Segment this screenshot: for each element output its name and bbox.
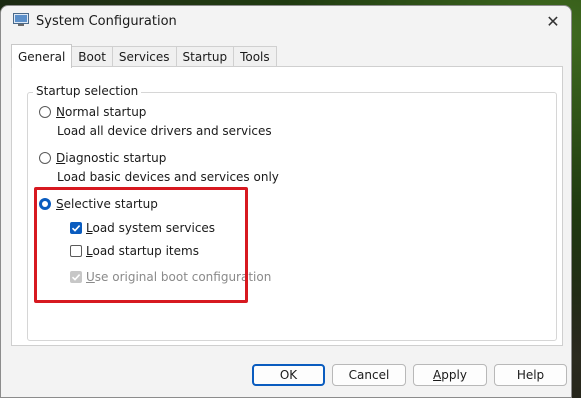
- radio-checked-icon: [39, 198, 51, 210]
- help-button[interactable]: Help: [494, 364, 567, 386]
- tab-services[interactable]: Services: [111, 46, 177, 67]
- diagnostic-startup-radio[interactable]: Diagnostic startup: [39, 151, 166, 165]
- radio-unchecked-icon: [39, 106, 51, 118]
- apply-button[interactable]: Apply: [413, 364, 487, 386]
- diagnostic-startup-label: Diagnostic startup: [56, 151, 167, 165]
- general-tab-panel: Startup selection Normal startup Load al…: [11, 66, 563, 346]
- checkmark-icon: [70, 222, 82, 234]
- use-original-boot-configuration-checkbox: Use original boot configuration: [70, 270, 271, 284]
- close-button[interactable]: ✕: [541, 10, 565, 32]
- cancel-button[interactable]: Cancel: [332, 364, 406, 386]
- system-configuration-window: System Configuration ✕ General Boot Serv…: [0, 5, 572, 398]
- system-config-icon: [13, 13, 29, 26]
- selective-startup-label: Selective startup: [56, 197, 158, 211]
- selective-startup-radio[interactable]: Selective startup: [39, 197, 158, 211]
- normal-startup-radio[interactable]: Normal startup: [39, 105, 146, 119]
- load-system-services-label: Load system services: [86, 221, 216, 235]
- startup-selection-label: Startup selection: [33, 84, 142, 98]
- tab-tools[interactable]: Tools: [233, 46, 277, 67]
- load-system-services-checkbox[interactable]: Load system services: [70, 221, 215, 235]
- normal-startup-label: Normal startup: [56, 105, 147, 119]
- load-startup-items-checkbox[interactable]: Load startup items: [70, 244, 199, 258]
- checkmark-disabled-icon: [70, 271, 82, 283]
- title-bar[interactable]: System Configuration ✕: [1, 6, 571, 36]
- load-startup-items-label: Load startup items: [86, 244, 199, 258]
- normal-startup-description: Load all device drivers and services: [57, 124, 272, 138]
- tab-strip: General Boot Services Startup Tools: [11, 44, 277, 68]
- checkbox-empty-icon: [70, 245, 82, 257]
- radio-unchecked-icon: [39, 152, 51, 164]
- close-icon: ✕: [546, 11, 560, 31]
- tab-boot[interactable]: Boot: [71, 46, 113, 67]
- ok-button[interactable]: OK: [252, 364, 325, 386]
- diagnostic-startup-description: Load basic devices and services only: [57, 170, 279, 184]
- tab-general[interactable]: General: [11, 44, 73, 68]
- use-original-boot-configuration-label: Use original boot configuration: [86, 270, 272, 284]
- tab-startup[interactable]: Startup: [175, 46, 235, 67]
- window-title: System Configuration: [36, 14, 177, 29]
